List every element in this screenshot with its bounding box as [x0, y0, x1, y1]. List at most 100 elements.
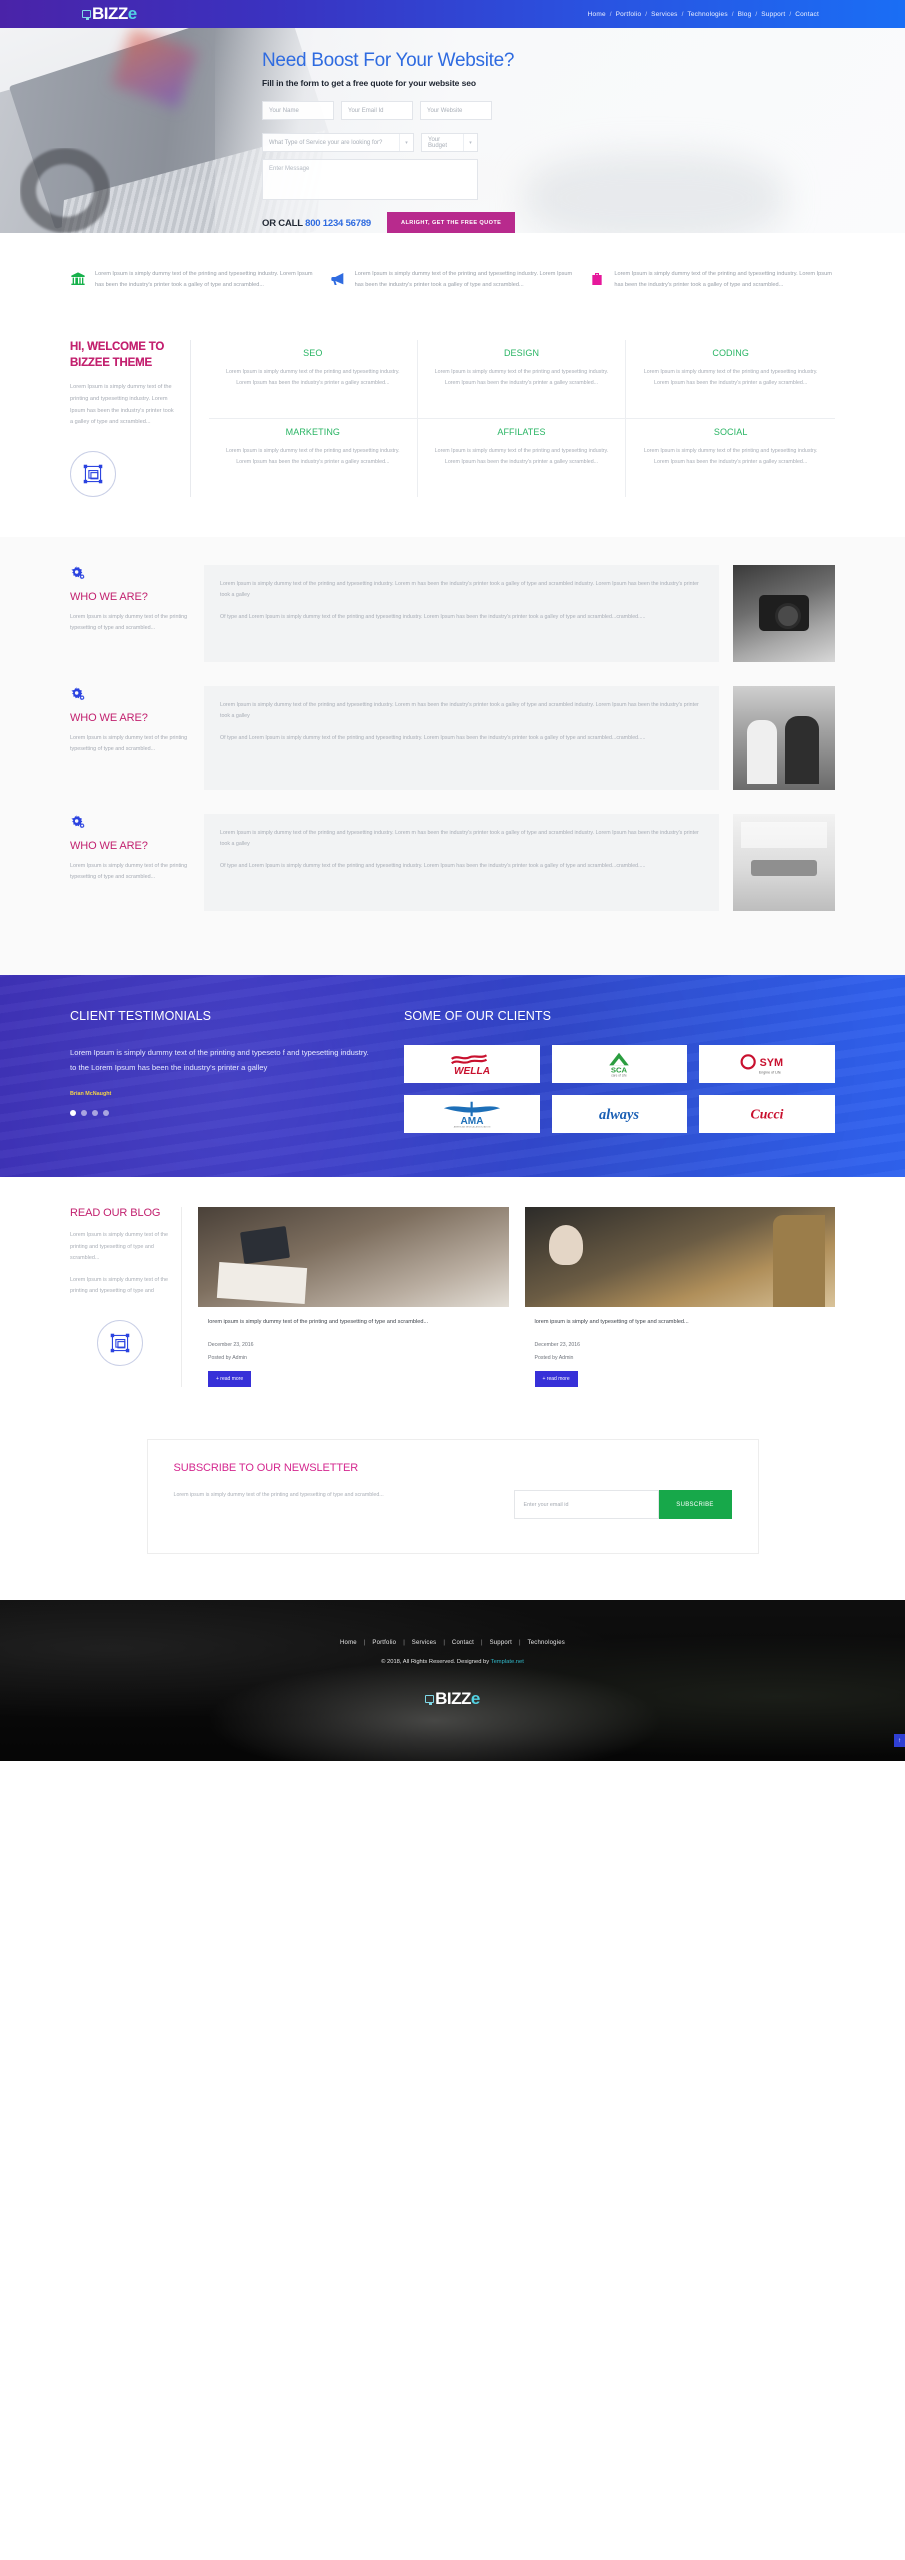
service-title: SEO: [303, 348, 323, 358]
feature-item: Lorem Ipsum is simply dummy text of the …: [330, 269, 576, 292]
post-title: lorem ipsum is simply dummy text of the …: [208, 1318, 429, 1325]
hero-cta-row: OR CALL 800 1234 56789 ALRIGHT, GET THE …: [262, 212, 905, 233]
carousel-dot[interactable]: [81, 1110, 87, 1117]
client-logo-cucci: Cucci: [699, 1094, 835, 1133]
who-body: Lorem Ipsum is simply dummy text of the …: [204, 564, 719, 662]
carousel-dot[interactable]: [103, 1110, 109, 1117]
site-footer: Home | Portfolio | Services | Contact | …: [0, 1600, 905, 1762]
service-copy: Lorem Ipsum is simply dummy text of the …: [226, 369, 400, 387]
service-card-social[interactable]: SOCIAL Lorem Ipsum is simply dummy text …: [626, 419, 835, 497]
nav-item-contact[interactable]: Contact: [791, 11, 823, 18]
service-card-design[interactable]: DESIGN Lorem Ipsum is simply dummy text …: [417, 340, 627, 419]
footer-nav-portfolio[interactable]: Portfolio: [365, 1640, 403, 1646]
blog-post[interactable]: lorem ipsum is simply and typesetting of…: [524, 1206, 835, 1388]
svg-text:Cucci: Cucci: [751, 1106, 784, 1121]
blog-section: READ OUR BLOG Lorem Ipsum is simply dumm…: [0, 1176, 905, 1424]
post-date: December 23, 2016: [534, 1342, 581, 1349]
team-meeting-photo: [198, 1206, 509, 1307]
monitor-icon: [425, 1695, 435, 1706]
footer-nav-technologies[interactable]: Technologies: [521, 1640, 572, 1646]
megaphone-icon: [330, 269, 346, 292]
feature-item: Lorem Ipsum is simply dummy text of the …: [589, 269, 835, 292]
client-logo-sym: SYM Engine of Life: [699, 1044, 835, 1083]
carousel-dot-active[interactable]: [70, 1110, 76, 1117]
who-title: WHO WE ARE?: [70, 711, 148, 724]
post-author: Posted by Admin: [534, 1354, 574, 1361]
get-free-quote-button[interactable]: ALRIGHT, GET THE FREE QUOTE: [387, 212, 516, 233]
feature-item: Lorem Ipsum is simply dummy text of the …: [70, 269, 316, 292]
who-we-are-section: WHO WE ARE? Lorem Ipsum is simply dummy …: [0, 536, 905, 975]
hero-content: Need Boost For Your Website? Fill in the…: [0, 28, 905, 233]
blog-copy-2: Lorem Ipsum is simply dummy text of the …: [70, 1276, 168, 1295]
footer-nav-contact[interactable]: Contact: [445, 1640, 481, 1646]
newsletter-email-input[interactable]: Enter your email id: [513, 1490, 659, 1520]
welcome-title: HI, WELCOME TO BIZZEE THEME: [70, 340, 176, 371]
footer-nav-services[interactable]: Services: [405, 1640, 444, 1646]
office-discussion-photo: [524, 1206, 835, 1307]
service-copy: Lorem Ipsum is simply dummy text of the …: [226, 447, 400, 466]
client-logo-always: always: [551, 1094, 688, 1133]
nav-item-support[interactable]: Support: [757, 11, 789, 18]
logo-accent: e: [127, 4, 137, 23]
nav-item-technologies[interactable]: Technologies: [683, 11, 731, 18]
service-card-seo[interactable]: SEO Lorem Ipsum is simply dummy text of …: [209, 340, 418, 419]
newsletter-copy: Lorem ipsum is simply dummy text of the …: [173, 1492, 384, 1499]
features-section: Lorem Ipsum is simply dummy text of the …: [0, 233, 905, 340]
svg-text:Engine of Life: Engine of Life: [759, 1070, 781, 1074]
nav-item-services[interactable]: Services: [647, 11, 682, 18]
who-copy: Lorem Ipsum is simply dummy text of the …: [70, 613, 188, 632]
service-title: AFFILATES: [497, 426, 546, 437]
footer-nav-home[interactable]: Home: [333, 1640, 364, 1646]
briefcase-icon: [589, 269, 605, 292]
testimonial-quote: Lorem Ipsum is simply dummy text of the …: [70, 1047, 369, 1073]
welcome-left-column: HI, WELCOME TO BIZZEE THEME Lorem Ipsum …: [70, 340, 190, 497]
nav-item-blog[interactable]: Blog: [734, 11, 756, 18]
newsletter-heading: SUBSCRIBE TO OUR NEWSLETTER: [173, 1462, 359, 1475]
who-we-are-block: WHO WE ARE? Lorem Ipsum is simply dummy …: [70, 685, 835, 790]
service-card-marketing[interactable]: MARKETING Lorem Ipsum is simply dummy te…: [209, 418, 418, 497]
message-textarea[interactable]: Enter Message: [262, 159, 478, 200]
logo-text: BIZZ: [92, 4, 128, 23]
nav-item-home[interactable]: Home: [584, 11, 610, 18]
svg-text:SYM: SYM: [760, 1057, 784, 1069]
footer-logo[interactable]: BIZZe: [0, 1689, 905, 1709]
footer-nav-support[interactable]: Support: [483, 1640, 519, 1646]
read-more-button[interactable]: + read more: [208, 1371, 252, 1388]
service-card-coding[interactable]: CODING Lorem Ipsum is simply dummy text …: [626, 340, 835, 419]
footer-logo-text: BIZZ: [435, 1689, 471, 1709]
quote-form-row-1: Your Name Your Email Id Your Website: [262, 101, 905, 120]
phone-number[interactable]: 800 1234 56789: [305, 218, 371, 229]
blog-copy-1: Lorem Ipsum is simply dummy text of the …: [70, 1231, 168, 1262]
newsletter-form: Enter your email id SUBSCRIBE: [513, 1490, 732, 1520]
nav-item-portfolio[interactable]: Portfolio: [612, 11, 646, 18]
clients-grid: WELLA SCA care of Life SYM Engine of Lif…: [404, 1044, 835, 1133]
quote-form-row-2: What Type of Service your are looking fo…: [262, 133, 905, 152]
footer-nav: Home | Portfolio | Services | Contact | …: [0, 1640, 905, 1646]
service-title: SOCIAL: [713, 426, 748, 437]
back-to-top-button[interactable]: ↑: [894, 1734, 905, 1748]
read-more-button[interactable]: + read more: [534, 1371, 578, 1388]
who-copy: Lorem Ipsum is simply dummy text of the …: [70, 862, 188, 881]
budget-select[interactable]: Your Budget ▾: [421, 133, 478, 152]
gears-icon: [70, 565, 86, 581]
hero-section: Need Boost For Your Website? Fill in the…: [0, 28, 905, 233]
crop-frame-icon: [96, 1320, 143, 1367]
template-link[interactable]: Template.net: [491, 1659, 524, 1665]
service-card-affilates[interactable]: AFFILATES Lorem Ipsum is simply dummy te…: [418, 418, 627, 497]
service-copy: Lorem Ipsum is simply dummy text of the …: [434, 447, 609, 466]
site-logo[interactable]: BIZZe: [82, 4, 137, 24]
clients-block: SOME OF OUR CLIENTS WELLA SCA care of Li…: [404, 1009, 835, 1133]
name-input[interactable]: Your Name: [262, 101, 334, 120]
crop-frame-icon: [70, 450, 116, 497]
subscribe-button[interactable]: SUBSCRIBE: [658, 1490, 732, 1520]
gears-icon: [70, 814, 86, 830]
website-input[interactable]: Your Website: [420, 101, 492, 120]
svg-text:AMA: AMA: [460, 1116, 484, 1127]
service-select[interactable]: What Type of Service your are looking fo…: [262, 133, 414, 152]
carousel-dot[interactable]: [92, 1110, 98, 1117]
email-input[interactable]: Your Email Id: [341, 101, 413, 120]
newsletter-card: SUBSCRIBE TO OUR NEWSLETTER Lorem ipsum …: [146, 1439, 759, 1555]
blog-post[interactable]: lorem ipsum is simply dummy text of the …: [198, 1206, 509, 1388]
who-copy: Lorem Ipsum is simply dummy text of the …: [70, 734, 188, 753]
svg-text:WELLA: WELLA: [454, 1066, 490, 1077]
